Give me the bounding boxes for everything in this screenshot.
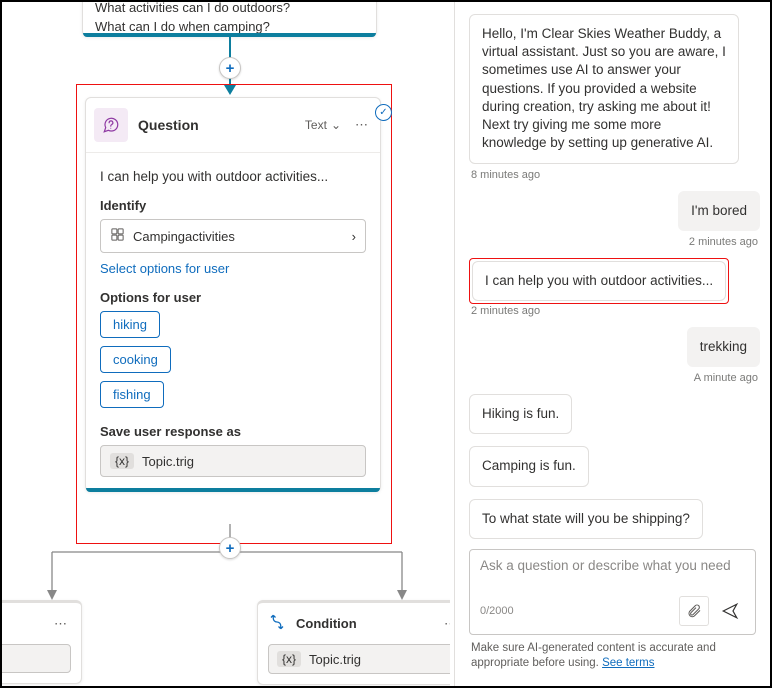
question-icon [94,108,128,142]
select-options-link[interactable]: Select options for user [100,261,229,276]
variable-name: Topic.trig [142,454,194,469]
node-status-icon: ✓ [375,104,392,121]
see-terms-link[interactable]: See terms [602,657,654,669]
node-title: Question [138,117,295,133]
identify-entity-picker[interactable]: Campingactivities › [100,219,366,253]
question-output-type[interactable]: Text ⌄ [305,118,341,132]
bot-message: To what state will you be shipping? [469,499,703,539]
question-node[interactable]: Question Text ⌄ ⋯ I can help you with ou… [85,97,381,492]
test-chat-panel: Hello, I'm Clear Skies Weather Buddy, a … [454,2,770,686]
condition-variable[interactable]: {x} Topic.trig [268,644,450,674]
variable-picker[interactable]: {x} Topic.trig [100,445,366,477]
user-option[interactable]: hiking [100,311,160,338]
chat-input[interactable] [480,558,745,592]
message-timestamp: 8 minutes ago [471,169,758,181]
authoring-canvas[interactable]: What activities can I do outdoors? What … [2,2,450,686]
char-counter: 0/2000 [480,605,514,617]
message-timestamp: 2 minutes ago [471,236,758,248]
options-label: Options for user [100,290,366,305]
condition-node[interactable]: Condition ⋯ {x} Topic.trig [257,600,450,685]
node-more-menu[interactable]: ⋯ [440,616,450,632]
add-node-button[interactable]: + [219,537,241,559]
chat-composer[interactable]: 0/2000 [469,549,756,635]
message-timestamp: A minute ago [471,372,758,384]
variable-badge: {x} [277,651,301,667]
highlight-box: I can help you with outdoor activities..… [469,258,729,304]
entity-icon [110,227,125,245]
trigger-phrase: What activities can I do outdoors? [95,2,364,18]
condition-variable[interactable]: rig [2,644,71,673]
variable-name: Topic.trig [309,652,361,667]
trigger-phrases-node[interactable]: What activities can I do outdoors? What … [82,2,377,37]
node-title: Condition [296,616,357,631]
ai-disclaimer: Make sure AI-generated content is accura… [463,641,762,678]
question-prompt[interactable]: I can help you with outdoor activities..… [100,169,366,184]
node-more-menu[interactable]: ⋯ [351,117,372,133]
send-button[interactable] [715,596,745,626]
add-node-button[interactable]: + [219,57,241,79]
attach-button[interactable] [679,596,709,626]
chevron-down-icon: ⌄ [331,118,341,132]
user-option[interactable]: cooking [100,346,171,373]
user-option[interactable]: fishing [100,381,164,408]
condition-node[interactable]: tion ⋯ rig [2,600,82,684]
bot-message: Hello, I'm Clear Skies Weather Buddy, a … [469,14,739,164]
node-more-menu[interactable]: ⋯ [50,616,71,632]
identify-label: Identify [100,198,366,213]
user-message: I'm bored [678,191,760,231]
identify-entity-value: Campingactivities [133,229,235,244]
user-message: trekking [687,327,760,367]
condition-icon [268,613,286,634]
message-timestamp: 2 minutes ago [471,305,758,317]
chevron-right-icon: › [352,229,356,244]
message-timestamp: A minute ago [471,544,758,545]
bot-message: Hiking is fun. [469,394,572,434]
bot-message: I can help you with outdoor activities..… [472,261,726,301]
bot-message: Camping is fun. [469,446,589,486]
save-response-label: Save user response as [100,424,366,439]
variable-badge: {x} [110,453,134,469]
chat-messages[interactable]: Hello, I'm Clear Skies Weather Buddy, a … [463,10,762,545]
